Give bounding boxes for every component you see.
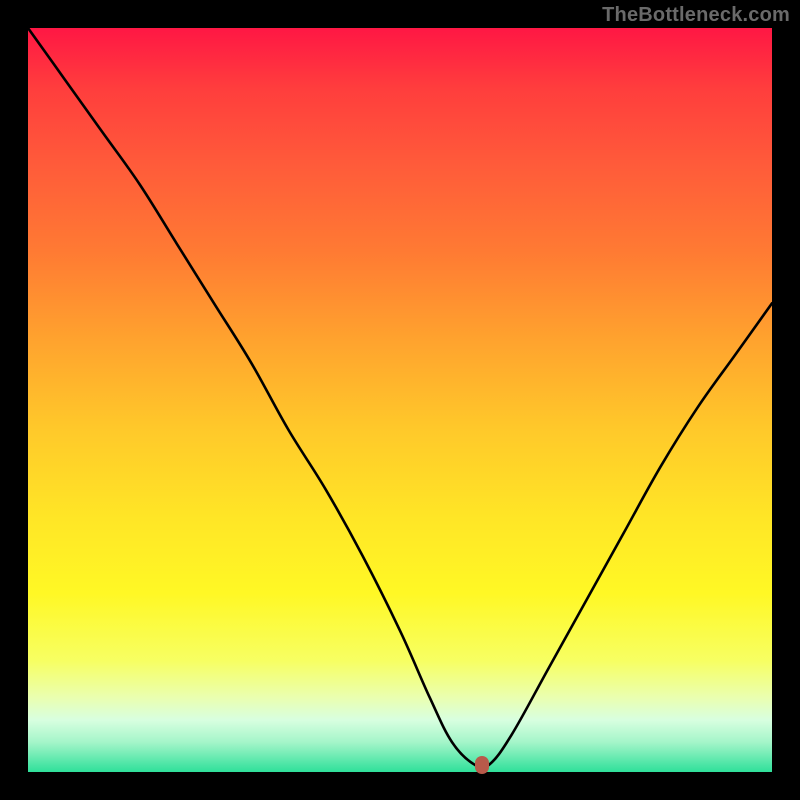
chart-frame: TheBottleneck.com	[0, 0, 800, 800]
optimum-marker	[475, 756, 489, 774]
watermark-text: TheBottleneck.com	[602, 4, 790, 27]
plot-area	[28, 28, 772, 772]
bottleneck-curve	[28, 28, 772, 772]
